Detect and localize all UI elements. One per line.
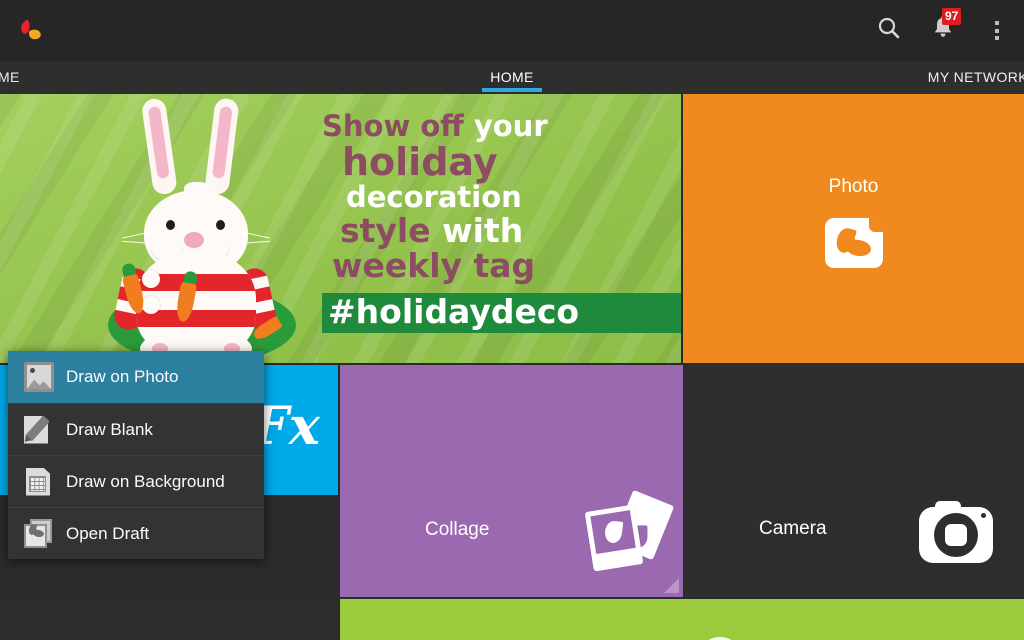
picsart-logo-icon[interactable]	[14, 16, 44, 46]
tile-collage-label: Collage	[425, 519, 490, 540]
notifications-badge: 97	[942, 8, 962, 25]
tile-camera[interactable]: Camera	[685, 365, 1024, 597]
overflow-menu-icon	[995, 21, 999, 40]
promo-banner-tile[interactable]: Show off your holiday decoration style w…	[0, 94, 681, 363]
menu-item-draw-on-background[interactable]: Draw on Background	[8, 455, 264, 507]
top-action-bar: 97	[0, 0, 1024, 61]
banner-line1-white: your	[473, 109, 548, 143]
app-root: 97 ME HOME MY NETWORK Show off your holi…	[0, 0, 1024, 640]
resize-corner-handle[interactable]	[664, 578, 679, 593]
menu-item-label: Draw Blank	[66, 419, 153, 439]
top-bar-actions: 97	[862, 0, 1024, 61]
camera-icon	[919, 501, 993, 563]
menu-item-draw-blank[interactable]: Draw Blank	[8, 403, 264, 455]
menu-item-label: Open Draft	[66, 523, 150, 543]
menu-item-draw-on-photo[interactable]: Draw on Photo	[8, 351, 264, 403]
active-tab-indicator	[482, 88, 542, 92]
overflow-menu-button[interactable]	[970, 0, 1024, 61]
banner-line2: holiday	[342, 140, 498, 184]
tile-camera-label: Camera	[759, 518, 827, 539]
banner-headline: Show off your holiday decoration style w…	[322, 106, 681, 284]
draw-options-menu[interactable]: Draw on Photo Draw Blank Draw on Backgro…	[8, 351, 264, 559]
banner-hashtag-bar: #holidaydeco	[322, 292, 681, 333]
search-icon	[876, 15, 902, 46]
image-icon	[24, 362, 54, 392]
grid-background-icon	[24, 467, 54, 497]
menu-item-label: Draw on Photo	[66, 367, 179, 386]
banner-line4-white: with	[442, 211, 524, 250]
pencil-sheet-icon	[21, 414, 54, 445]
banner-line4-accent: style	[340, 211, 443, 250]
draft-stack-icon	[24, 518, 54, 549]
tile-photo-label: Photo	[828, 176, 879, 197]
picsart-photo-icon	[824, 218, 883, 268]
tab-my-network[interactable]: MY NETWORK	[928, 61, 1024, 94]
banner-line5: weekly tag	[332, 246, 536, 285]
tile-photo[interactable]: Photo	[683, 94, 1024, 363]
menu-item-open-draft[interactable]: Open Draft	[8, 507, 264, 559]
tile-shop[interactable]: Shop	[340, 599, 1024, 640]
collage-cards-icon	[584, 489, 675, 578]
search-button[interactable]	[862, 0, 916, 61]
tile-draw[interactable]: Draw	[0, 599, 338, 640]
banner-hashtag: #holidaydeco	[328, 292, 580, 331]
banner-line1-accent: Show off	[322, 109, 474, 143]
banner-line3: decoration	[346, 180, 522, 214]
notifications-button[interactable]: 97	[916, 0, 970, 61]
bunny-cake-photo	[88, 97, 303, 363]
tile-collage[interactable]: Collage	[340, 365, 683, 597]
menu-item-label: Draw on Background	[66, 471, 225, 491]
